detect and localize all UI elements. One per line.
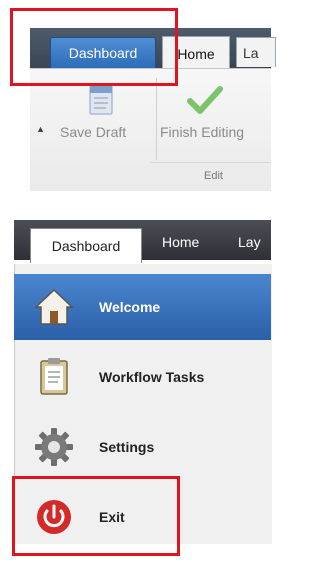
save-draft-button[interactable]: Save Draft	[60, 124, 126, 140]
menu-item-label: Workflow Tasks	[99, 369, 205, 385]
highlight-box-dashboard-tab	[10, 8, 178, 86]
menu-item-settings[interactable]: Settings	[14, 414, 271, 480]
save-draft-icon	[89, 85, 113, 115]
ribbon-group-divider	[150, 162, 271, 163]
ribbon-panel: Dashboard Home La ▲ Save Draft Finish Ed…	[0, 0, 276, 200]
ribbon-tab-layout[interactable]: La	[236, 37, 276, 67]
nav-tab-layout[interactable]: Lay	[238, 234, 261, 250]
menu-item-welcome[interactable]: Welcome	[14, 274, 271, 340]
menu-item-workflow-tasks[interactable]: Workflow Tasks	[14, 344, 271, 410]
nav-tab-dashboard[interactable]: Dashboard	[30, 228, 142, 263]
clipboard-icon	[40, 358, 68, 395]
ribbon-group-label: Edit	[204, 170, 223, 182]
highlight-box-exit	[12, 476, 180, 556]
menu-item-label: Welcome	[99, 299, 161, 315]
checkmark-icon	[187, 86, 223, 114]
nav-tab-home[interactable]: Home	[162, 234, 199, 250]
ribbon-collapse-caret-icon[interactable]: ▲	[36, 124, 45, 134]
finish-editing-button[interactable]: Finish Editing	[160, 124, 244, 140]
ribbon-separator	[156, 78, 157, 160]
gear-icon	[35, 428, 73, 466]
home-icon	[34, 288, 74, 325]
menu-item-label: Settings	[99, 439, 155, 455]
nav-panel: Dashboard Home Lay Welcome Workflow Task…	[0, 210, 272, 565]
